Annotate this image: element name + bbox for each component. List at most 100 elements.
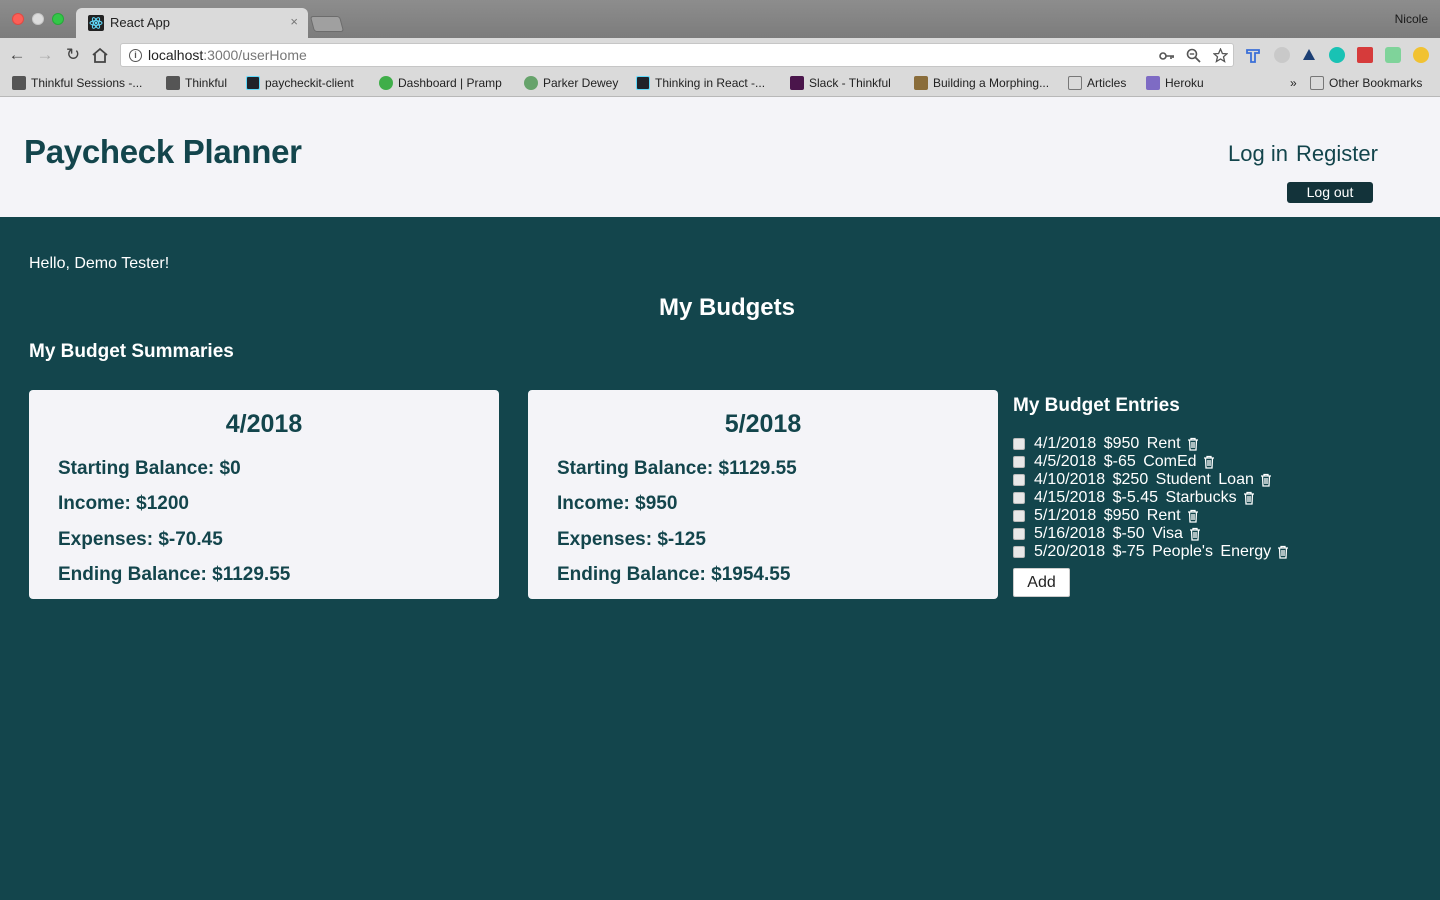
entry-checkbox[interactable] [1013,528,1025,540]
back-arrow-icon[interactable]: ← [6,44,28,66]
extension-green-icon[interactable] [1385,47,1401,63]
reload-icon[interactable]: ↻ [62,44,84,66]
entry-checkbox[interactable] [1013,474,1025,486]
budget-entry: 4/1/2018 $950 Rent [1013,435,1199,453]
bookmark-item[interactable]: Slack - Thinkful [790,76,891,90]
url-path: :3000/userHome [203,47,307,63]
extension-yellow-icon[interactable] [1413,47,1429,63]
thinkful-extension-icon[interactable] [1245,47,1261,63]
extension-grey-icon[interactable] [1274,47,1290,63]
folder-icon [1068,76,1082,90]
register-link[interactable]: Register [1296,141,1378,167]
budget-entry: 4/15/2018 $-5.45 Starbucks [1013,489,1255,507]
bookmarks-overflow-icon[interactable]: » [1290,76,1297,90]
trash-icon[interactable] [1187,509,1199,523]
trash-icon[interactable] [1277,545,1289,559]
budget-entry: 5/1/2018 $950 Rent [1013,507,1199,525]
forward-arrow-icon[interactable]: → [34,44,56,66]
trash-icon[interactable] [1243,491,1255,505]
brand-title[interactable]: Paycheck Planner [24,133,302,171]
bookmark-item[interactable]: Thinkful [166,76,227,90]
trash-icon[interactable] [1187,437,1199,451]
zoom-window-button[interactable] [52,13,64,25]
drive-extension-icon[interactable] [1301,47,1317,63]
bookmark-item[interactable]: Thinkful Sessions -... [12,76,142,90]
entry-text: 5/20/2018 $-75 People's Energy [1034,543,1272,560]
budget-entry: 5/16/2018 $-50 Visa [1013,525,1201,543]
entry-checkbox[interactable] [1013,456,1025,468]
star-icon[interactable] [1213,48,1228,63]
close-window-button[interactable] [12,13,24,25]
tab-title: React App [110,15,170,30]
entry-text: 4/1/2018 $950 Rent [1034,435,1181,452]
bookmark-item[interactable]: paycheckit-client [246,76,354,90]
url-host: localhost [148,47,204,63]
bookmark-label: Building a Morphing... [933,76,1050,90]
bookmark-label: Slack - Thinkful [809,76,891,90]
bookmark-item[interactable]: Building a Morphing... [914,76,1049,90]
summaries-heading: My Budget Summaries [29,341,234,362]
extension-red-icon[interactable] [1357,47,1373,63]
bookmark-label: Thinkful Sessions -... [31,76,143,90]
app-header: Paycheck Planner Log in Register Log out [0,97,1440,217]
react-icon [636,76,650,90]
income: Income: $950 [557,493,678,514]
entries-heading: My Budget Entries [1013,395,1180,416]
budget-entry: 5/20/2018 $-75 People's Energy [1013,543,1289,561]
trash-icon[interactable] [1203,455,1215,469]
tab-close-icon[interactable]: × [290,14,298,29]
folder-icon [1310,76,1324,90]
trash-icon[interactable] [1260,473,1272,487]
home-icon[interactable] [91,47,109,64]
add-entry-button[interactable]: Add [1013,568,1070,597]
bookmark-label: Thinking in React -... [655,76,766,90]
entry-text: 4/10/2018 $250 Student Loan [1034,471,1254,488]
income: Income: $1200 [58,493,189,514]
expenses: Expenses: $-70.45 [58,529,223,550]
key-icon[interactable] [1159,50,1175,62]
bookmark-item[interactable]: Heroku [1146,76,1204,90]
react-icon [246,76,260,90]
browser-titlebar: React App × Nicole [0,0,1440,38]
ending-balance: Ending Balance: $1129.55 [58,564,291,585]
entry-checkbox[interactable] [1013,438,1025,450]
entry-checkbox[interactable] [1013,492,1025,504]
new-tab-button[interactable] [309,16,345,32]
bookmark-label: paycheckit-client [265,76,354,90]
login-link[interactable]: Log in [1228,141,1288,167]
budget-entry: 4/5/2018 $-65 ComEd [1013,453,1215,471]
browser-tab[interactable]: React App × [76,8,308,38]
profile-name[interactable]: Nicole [1395,12,1428,26]
bookmark-item[interactable]: Thinking in React -... [636,76,765,90]
trash-icon[interactable] [1189,527,1201,541]
slack-icon [790,76,804,90]
entry-text: 4/15/2018 $-5.45 Starbucks [1034,489,1237,506]
entry-checkbox[interactable] [1013,546,1025,558]
url-text[interactable]: localhost:3000/userHome [148,47,307,63]
person-icon [914,76,928,90]
other-bookmarks-folder[interactable]: Other Bookmarks [1310,76,1422,90]
entry-text: 5/1/2018 $950 Rent [1034,507,1181,524]
logout-button[interactable]: Log out [1287,182,1373,203]
bookmark-label: Thinkful [185,76,228,90]
bookmark-label: Parker Dewey [543,76,619,90]
bookmark-label: Other Bookmarks [1329,76,1423,90]
parker-dewey-icon [524,76,538,90]
entry-text: 5/16/2018 $-50 Visa [1034,525,1183,542]
thinkful-icon [12,76,26,90]
bookmark-item[interactable]: Parker Dewey [524,76,618,90]
zoom-icon[interactable] [1186,48,1201,63]
bookmark-item[interactable]: Dashboard | Pramp [379,76,502,90]
budget-summary-card: 4/2018 Starting Balance: $0 Income: $120… [29,390,499,599]
bookmark-label: Articles [1087,76,1127,90]
budget-entry: 4/10/2018 $250 Student Loan [1013,471,1272,489]
mailtrack-extension-icon[interactable] [1329,47,1345,63]
bookmark-folder[interactable]: Articles [1068,76,1126,90]
site-info-icon[interactable]: i [129,49,142,62]
browser-toolbar: ← → ↻ i localhost:3000/userHome [0,38,1440,72]
address-bar[interactable]: i localhost:3000/userHome [120,43,1234,67]
entry-checkbox[interactable] [1013,510,1025,522]
minimize-window-button[interactable] [32,13,44,25]
summary-month: 4/2018 [225,410,303,438]
heroku-icon [1146,76,1160,90]
